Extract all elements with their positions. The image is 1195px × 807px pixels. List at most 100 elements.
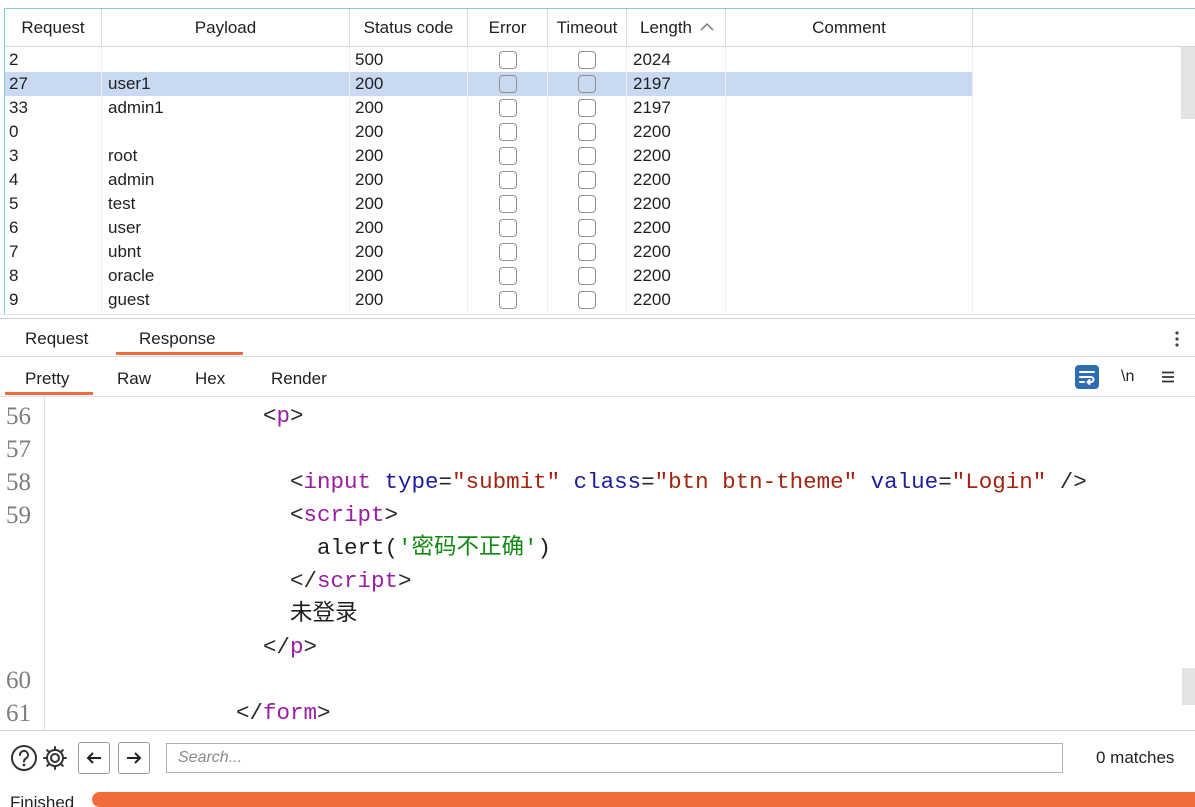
table-row[interactable]: 2 500 2024 <box>5 48 1195 72</box>
tab-render[interactable]: Render <box>271 369 327 389</box>
code-line: 61 </form> <box>0 697 1180 730</box>
payload-cell: user <box>102 216 350 240</box>
column-header-payload[interactable]: Payload <box>102 9 350 46</box>
empty-cell <box>973 288 1195 312</box>
error-checkbox <box>498 243 517 261</box>
status-code-cell: 200 <box>350 192 468 216</box>
request-number-cell: 27 <box>5 72 102 96</box>
table-row[interactable]: 4 admin 200 2200 <box>5 168 1195 192</box>
error-checkbox <box>498 195 517 213</box>
previous-match-button[interactable] <box>78 742 110 774</box>
attribute-name: type <box>371 469 439 495</box>
comment-cell <box>726 120 973 144</box>
tag-bracket: < <box>290 502 304 528</box>
column-header-request[interactable]: Request <box>5 9 102 46</box>
table-row[interactable]: 0 200 2200 <box>5 120 1195 144</box>
length-cell: 2200 <box>627 120 726 144</box>
status-code-cell: 200 <box>350 120 468 144</box>
response-editor[interactable]: 56 <p> 57 58 <input type="submit" class=… <box>0 397 1195 730</box>
status-code-cell: 200 <box>350 144 468 168</box>
comment-cell <box>726 216 973 240</box>
timeout-cell <box>548 96 627 120</box>
editor-scrollbar-thumb[interactable] <box>1182 668 1195 705</box>
code-text: <input type="submit" class="btn btn-them… <box>47 466 1087 499</box>
status-code-cell: 200 <box>350 96 468 120</box>
empty-cell <box>973 168 1195 192</box>
attribute-value: "Login" <box>951 469 1047 495</box>
column-header-empty <box>973 9 1195 46</box>
column-header-length[interactable]: Length <box>627 9 726 46</box>
payload-cell: oracle <box>102 264 350 288</box>
table-row[interactable]: 8 oracle 200 2200 <box>5 264 1195 288</box>
newline-toggle-button[interactable]: \n <box>1121 367 1134 387</box>
error-cell <box>468 72 548 96</box>
comment-cell <box>726 48 973 72</box>
column-header-status-code[interactable]: Status code <box>350 9 468 46</box>
timeout-checkbox <box>578 75 596 93</box>
table-scrollbar-thumb[interactable] <box>1181 47 1195 119</box>
empty-cell <box>973 72 1195 96</box>
error-cell <box>468 288 548 312</box>
tag-bracket: > <box>317 700 331 726</box>
code-line: 58 <input type="submit" class="btn btn-t… <box>0 466 1180 499</box>
progress-fill <box>92 792 1195 807</box>
tab-request[interactable]: Request <box>25 329 88 349</box>
table-row[interactable]: 6 user 200 2200 <box>5 216 1195 240</box>
table-row[interactable]: 9 guest 200 2200 <box>5 288 1195 312</box>
timeout-cell <box>548 264 627 288</box>
code-text: <p> <box>47 400 304 433</box>
tab-raw[interactable]: Raw <box>117 369 151 389</box>
tab-pretty-active-indicator <box>5 392 93 395</box>
length-cell: 2200 <box>627 144 726 168</box>
help-icon[interactable] <box>10 744 38 772</box>
column-header-comment[interactable]: Comment <box>726 9 973 46</box>
error-cell <box>468 96 548 120</box>
tab-pretty[interactable]: Pretty <box>25 369 69 389</box>
code-lines: 56 <p> 57 58 <input type="submit" class=… <box>0 400 1180 730</box>
column-header-error[interactable]: Error <box>468 9 548 46</box>
search-bar: 0 matches <box>0 730 1195 787</box>
table-row[interactable]: 5 test 200 2200 <box>5 192 1195 216</box>
error-checkbox <box>498 267 517 285</box>
payload-cell: user1 <box>102 72 350 96</box>
tag-bracket: > <box>398 568 412 594</box>
table-row-selected[interactable]: 27 user1 200 2197 <box>5 72 1195 96</box>
length-cell: 2024 <box>627 48 726 72</box>
error-checkbox <box>498 99 517 117</box>
comment-cell <box>726 288 973 312</box>
payload-cell: guest <box>102 288 350 312</box>
code-text: alert('密码不正确') <box>47 532 551 565</box>
next-match-button[interactable] <box>118 742 150 774</box>
error-cell <box>468 168 548 192</box>
tab-response[interactable]: Response <box>139 329 216 349</box>
error-cell <box>468 216 548 240</box>
tag-bracket: </ <box>263 634 291 660</box>
table-row[interactable]: 3 root 200 2200 <box>5 144 1195 168</box>
word-wrap-icon[interactable] <box>1075 365 1099 389</box>
column-header-timeout[interactable]: Timeout <box>548 9 627 46</box>
length-cell: 2200 <box>627 240 726 264</box>
search-input[interactable] <box>166 743 1063 773</box>
comment-cell <box>726 72 973 96</box>
empty-cell <box>973 48 1195 72</box>
timeout-cell <box>548 240 627 264</box>
gear-icon[interactable] <box>41 744 69 772</box>
table-row[interactable]: 7 ubnt 200 2200 <box>5 240 1195 264</box>
tag-bracket: </ <box>236 700 264 726</box>
empty-cell <box>973 144 1195 168</box>
panel-splitter[interactable] <box>0 314 1195 319</box>
tab-hex[interactable]: Hex <box>195 369 225 389</box>
timeout-cell <box>548 288 627 312</box>
comment-cell <box>726 96 973 120</box>
script-text: ) <box>537 535 552 561</box>
table-row[interactable]: 33 admin1 200 2197 <box>5 96 1195 120</box>
tag-bracket: < <box>290 469 304 495</box>
tag-bracket: > <box>290 403 304 429</box>
length-cell: 2200 <box>627 264 726 288</box>
hamburger-menu-icon[interactable] <box>1161 370 1175 384</box>
length-cell: 2200 <box>627 216 726 240</box>
timeout-cell <box>548 168 627 192</box>
timeout-cell <box>548 72 627 96</box>
empty-cell <box>973 264 1195 288</box>
kebab-menu-icon[interactable] <box>1173 330 1181 348</box>
